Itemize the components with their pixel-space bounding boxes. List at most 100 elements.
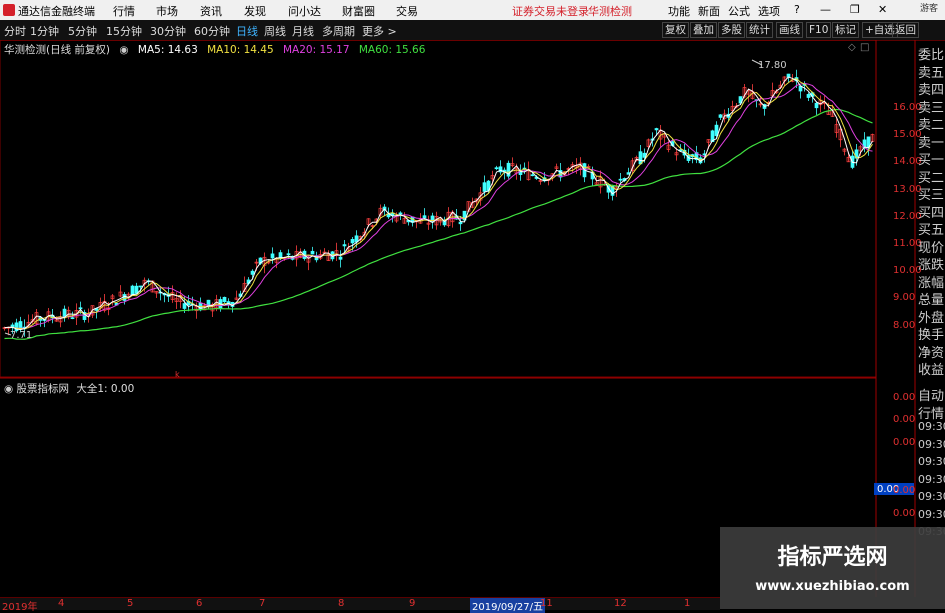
tab-15min[interactable]: 15分钟 — [106, 23, 142, 39]
ma60-line — [4, 108, 873, 340]
candle-body — [814, 102, 819, 109]
candle-body — [618, 178, 623, 181]
sub-tick: 0.00 — [893, 508, 916, 519]
back-button[interactable]: 返回 — [892, 22, 919, 38]
f10-button[interactable]: F10 — [806, 22, 832, 38]
adjust-button[interactable]: 复权 — [662, 22, 689, 38]
quote-label: 换手 — [918, 328, 945, 343]
user-label[interactable]: 游客 — [920, 1, 938, 14]
help-icon[interactable]: ? — [794, 3, 800, 16]
menu-gongshi[interactable]: 公式 — [728, 3, 750, 19]
candle-body — [270, 253, 275, 259]
sub-tick: 0.00 — [893, 392, 916, 403]
candle-body — [122, 294, 127, 301]
quote-label: 卖五 — [918, 65, 945, 81]
multi-stock-button[interactable]: 多股 — [718, 22, 745, 38]
auto-label: 09:30 — [918, 455, 945, 468]
candle-body — [398, 212, 403, 215]
tab-30min[interactable]: 30分钟 — [150, 23, 186, 39]
quote-label: 卖二 — [918, 118, 945, 133]
overlay-button[interactable]: 叠加 — [690, 22, 717, 38]
sub-indicator-value: 大全1: 0.00 — [76, 383, 135, 395]
draw-button[interactable]: 画线 — [776, 22, 803, 38]
candle-body — [310, 250, 315, 255]
menu-zixun[interactable]: 资讯 — [200, 3, 222, 19]
tab-weekly[interactable]: 周线 — [264, 23, 286, 39]
tab-60min[interactable]: 60分钟 — [194, 23, 230, 39]
price-tick: 8.00 — [893, 320, 916, 331]
close-icon[interactable]: ✕ — [878, 3, 887, 16]
quote-label: 外盘 — [918, 310, 945, 326]
candle-body — [530, 174, 535, 177]
candle-body — [250, 270, 255, 275]
watermark-title: 指标严选网 — [777, 545, 888, 570]
app-title: 通达信金融终端 — [18, 5, 95, 18]
quote-label: 卖一 — [918, 135, 945, 151]
menu-xuanxiang[interactable]: 选项 — [758, 3, 780, 19]
stock-name-alert[interactable]: 华测检测 — [588, 3, 632, 19]
period-toolbar: 分时 1分钟 5分钟 15分钟 30分钟 60分钟 日线 周线 月线 多周期 更… — [0, 20, 945, 41]
quote-label: 买五 — [918, 223, 945, 238]
candle-body — [482, 182, 487, 192]
candle-body — [70, 317, 75, 320]
candle-body — [222, 296, 227, 303]
candle-body — [718, 114, 723, 118]
settings-gear-icon[interactable]: ◉ — [119, 44, 128, 56]
sub-tick: 0.00 — [893, 437, 916, 448]
quote-label: 委比 — [918, 48, 945, 63]
month-tick: 11 — [540, 598, 553, 609]
date-start: 2019年 — [2, 602, 38, 613]
tab-multiperiod[interactable]: 多周期 — [322, 23, 355, 39]
candles-group — [2, 69, 875, 337]
auto-label: 09:30 — [918, 490, 945, 503]
tab-1min[interactable]: 1分钟 — [30, 23, 59, 39]
month-tick: 5 — [127, 598, 134, 609]
settings-icon[interactable]: ◇ — [848, 42, 856, 53]
price-tick: 9.00 — [893, 292, 916, 303]
candle-body — [78, 307, 83, 310]
quote-label: 买二 — [918, 170, 945, 186]
maximize-icon[interactable]: □ — [860, 42, 869, 53]
tab-daily[interactable]: 日线 — [236, 23, 258, 39]
sub-tick: 0.00 — [893, 414, 916, 425]
candle-body — [342, 244, 347, 247]
ma10-label: MA10: 14.45 — [207, 44, 274, 56]
restore-icon[interactable]: ❐ — [850, 3, 860, 16]
month-tick: 6 — [196, 598, 203, 609]
tab-more[interactable]: 更多 > — [362, 23, 397, 39]
sub-indicator-name: 股票指标网 — [16, 383, 70, 395]
tab-fenshi[interactable]: 分时 — [4, 23, 26, 39]
menu-gongneng[interactable]: 功能 — [668, 3, 690, 19]
quote-label: 买一 — [918, 153, 945, 168]
menu-caifuquan[interactable]: 财富圈 — [342, 3, 375, 19]
sub-tick: 0.00 — [893, 485, 916, 496]
quote-label: 涨跌 — [918, 258, 945, 273]
quote-label: 涨幅 — [918, 275, 945, 291]
menu-hangqing[interactable]: 行情 — [113, 3, 135, 19]
event-marker: k — [175, 370, 180, 379]
menu-xinmian[interactable]: 新面 — [698, 3, 720, 19]
candle-body — [138, 285, 143, 288]
stats-button[interactable]: 统计 — [746, 22, 773, 38]
quote-label: 卖三 — [918, 100, 945, 116]
menu-faxian[interactable]: 发现 — [244, 3, 266, 19]
candle-body — [18, 321, 23, 329]
menu-wenxiaoda[interactable]: 问小达 — [288, 3, 321, 19]
tab-monthly[interactable]: 月线 — [292, 23, 314, 39]
login-alert[interactable]: 证券交易未登录 — [512, 3, 589, 19]
sub-indicator-legend: ◉ 股票指标网 大全1: 0.00 — [4, 381, 134, 396]
minimize-icon[interactable]: — — [820, 3, 831, 16]
candle-body — [286, 253, 291, 256]
sub-gear-icon[interactable]: ◉ — [4, 383, 13, 395]
date-axis: 2019年 4 5 6 7 8 9 2019/09/27/五 11 12 1 — [0, 597, 720, 613]
menu-shichang[interactable]: 市场 — [156, 3, 178, 19]
auto-label: 09:30 — [918, 472, 945, 486]
menu-jiaoyi[interactable]: 交易 — [396, 3, 418, 19]
kline-chart[interactable]: 17.80 7.71 ◇ □ 0.00 k — [0, 40, 945, 597]
watermark-url: www.xuezhibiao.com — [755, 579, 910, 594]
tab-5min[interactable]: 5分钟 — [68, 23, 97, 39]
mark-button[interactable]: 标记 — [832, 22, 859, 38]
candle-body — [278, 252, 283, 258]
candle-body — [638, 151, 643, 165]
quote-label: 收益 — [918, 363, 945, 378]
